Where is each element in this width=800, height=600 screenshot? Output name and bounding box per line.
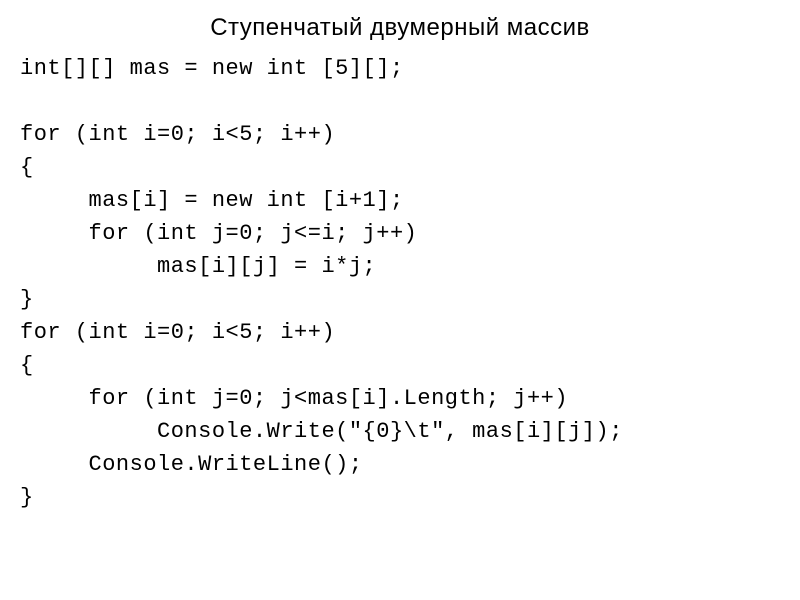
code-line: Console.WriteLine(); <box>20 448 780 481</box>
blank-line <box>20 85 780 118</box>
code-line: { <box>20 151 780 184</box>
code-line: int[][] mas = new int [5][]; <box>20 52 780 85</box>
code-line: { <box>20 349 780 382</box>
code-line: for (int i=0; i<5; i++) <box>20 316 780 349</box>
code-line: } <box>20 481 780 514</box>
code-line: Console.Write("{0}\t", mas[i][j]); <box>20 415 780 448</box>
code-line: for (int j=0; j<mas[i].Length; j++) <box>20 382 780 415</box>
page-title: Ступенчатый двумерный массив <box>20 10 780 46</box>
code-line: } <box>20 283 780 316</box>
code-line: mas[i][j] = i*j; <box>20 250 780 283</box>
code-line: mas[i] = new int [i+1]; <box>20 184 780 217</box>
code-line: for (int i=0; i<5; i++) <box>20 118 780 151</box>
code-line: for (int j=0; j<=i; j++) <box>20 217 780 250</box>
